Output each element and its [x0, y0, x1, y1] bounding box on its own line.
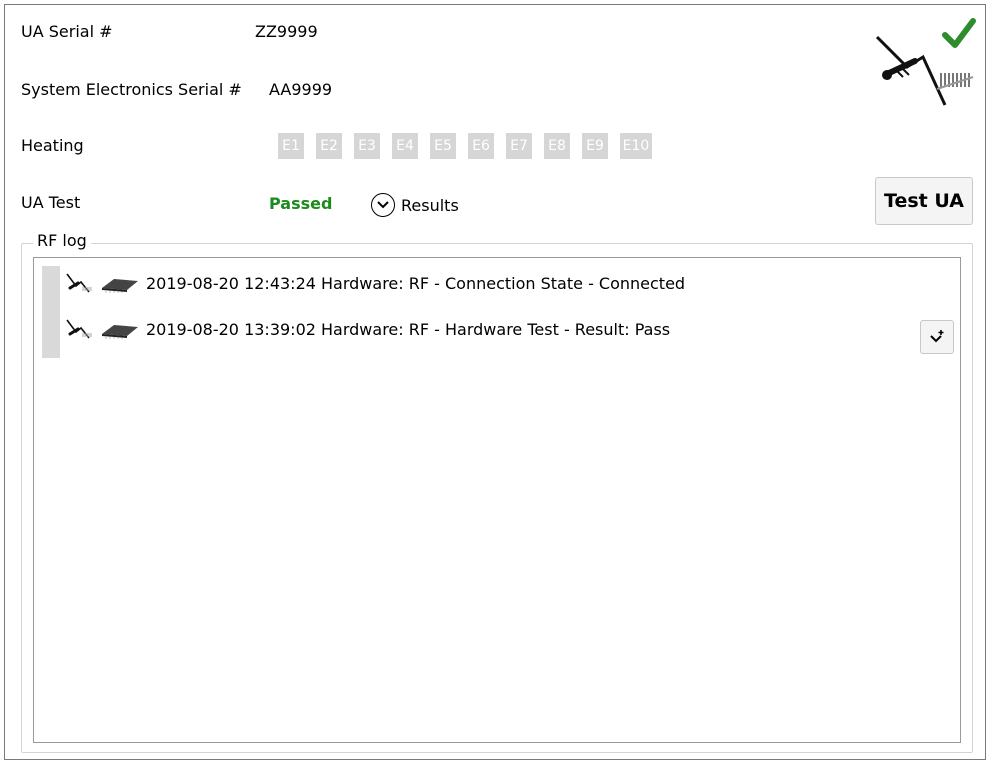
microchip-icon [102, 325, 138, 339]
log-entry-text: 2019-08-20 12:43:24 Hardware: RF - Conne… [146, 273, 686, 293]
scroll-to-bottom-icon [930, 330, 944, 343]
heating-element-e6: E6 [468, 133, 494, 159]
ua-panel: UA Serial # ZZ9999 System Electronics Se… [4, 4, 986, 760]
rf-log-title: RF log [33, 231, 91, 250]
heating-element-e10: E10 [620, 133, 652, 159]
device-status-logo [875, 18, 976, 106]
scroll-to-bottom-button[interactable] [920, 320, 954, 354]
ultrasound-probe-icon [66, 273, 92, 293]
heating-element-e2: E2 [316, 133, 342, 159]
test-ua-button[interactable]: Test UA [875, 177, 973, 225]
rf-log-list[interactable]: 2019-08-20 12:43:24 Hardware: RF - Conne… [33, 257, 961, 743]
heating-label: Heating [21, 136, 84, 155]
results-toggle[interactable]: Results [371, 191, 459, 219]
chevron-down-icon [371, 193, 395, 217]
heating-element-e1: E1 [278, 133, 304, 159]
ultrasound-probe-icon [875, 35, 974, 106]
system-serial-label: System Electronics Serial # [21, 80, 242, 99]
heating-elements: E1 E2 E3 E4 E5 E6 E7 E8 E9 E10 [278, 133, 652, 159]
log-gutter [42, 266, 60, 358]
heating-element-e9: E9 [582, 133, 608, 159]
system-serial-value: AA9999 [269, 80, 333, 99]
microchip-icon [102, 279, 138, 293]
heating-element-e5: E5 [430, 133, 456, 159]
ua-test-status: Passed [269, 194, 333, 213]
heating-element-e4: E4 [392, 133, 418, 159]
log-entry[interactable]: 2019-08-20 13:39:02 Hardware: RF - Hardw… [64, 314, 670, 344]
ua-serial-value: ZZ9999 [255, 22, 318, 41]
log-entry[interactable]: 2019-08-20 12:43:24 Hardware: RF - Conne… [64, 268, 685, 298]
heating-element-e8: E8 [544, 133, 570, 159]
log-entry-text: 2019-08-20 13:39:02 Hardware: RF - Hardw… [146, 319, 671, 339]
heating-element-e3: E3 [354, 133, 380, 159]
ua-serial-label: UA Serial # [21, 22, 113, 41]
ua-test-label: UA Test [21, 193, 81, 212]
heating-element-e7: E7 [506, 133, 532, 159]
results-label: Results [401, 195, 459, 215]
checkmark-icon [942, 18, 976, 48]
ultrasound-probe-icon [66, 319, 92, 339]
